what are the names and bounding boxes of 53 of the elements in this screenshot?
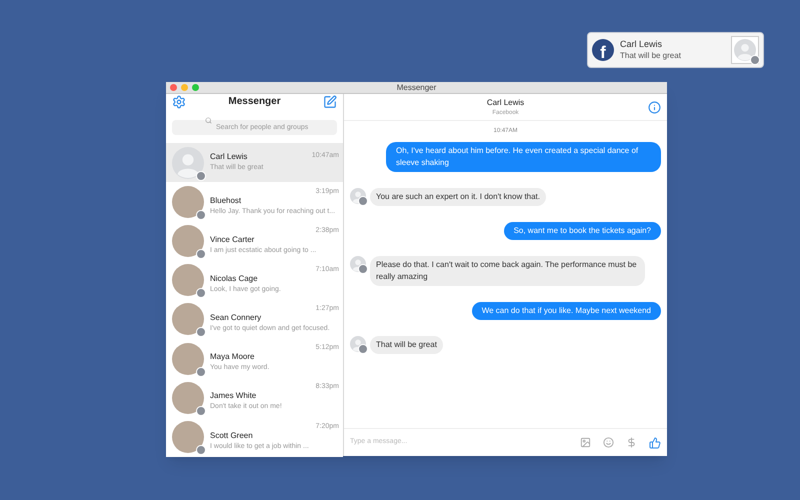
search-icon: [205, 117, 212, 124]
notification-title: Carl Lewis: [620, 39, 664, 51]
contact-name: Sean Connery: [210, 312, 262, 324]
contact-name: Scott Green: [210, 430, 253, 442]
sent-message: So, want me to book the tickets again?: [504, 222, 661, 240]
contact-name: Carl Lewis: [210, 151, 248, 164]
photo-placeholder: [172, 264, 204, 296]
received-message: That will be great: [370, 336, 443, 354]
sidebar-title: Messenger: [228, 95, 281, 109]
contact-name: James White: [210, 390, 256, 402]
facebook-badge-icon: [196, 210, 206, 220]
facebook-badge-icon: [196, 444, 206, 455]
avatar-silhouette-icon: [734, 39, 756, 61]
emoji-icon[interactable]: [603, 437, 614, 448]
contact-name: Nicolas Cage: [210, 272, 258, 285]
sent-message: We can do that if you like. Maybe next weekend: [472, 302, 661, 320]
settings-icon[interactable]: [172, 94, 186, 108]
app-logo: f: [592, 39, 614, 61]
sent-message: Oh, I've heard about him before. He even created a special dance of sleeve shaking: [386, 142, 661, 172]
zoom-button[interactable]: [192, 84, 199, 91]
facebook-badge-icon: [196, 288, 206, 298]
window-title: Messenger: [396, 82, 436, 94]
like-icon[interactable]: [649, 436, 661, 448]
facebook-badge-icon: [750, 55, 760, 65]
received-message: Please do that. I can't wait to come back again. The performance must be really amazing: [370, 256, 645, 286]
chat-contact-name: Carl Lewis: [486, 96, 524, 108]
avatar-silhouette-icon: [172, 146, 204, 179]
contact-name: Maya Moore: [210, 351, 254, 364]
facebook-badge-icon: [358, 196, 368, 206]
facebook-badge-icon: [196, 170, 206, 181]
facebook-badge-icon: [196, 248, 206, 259]
facebook-badge-icon: [358, 264, 368, 274]
image-icon[interactable]: [580, 437, 591, 448]
photo-placeholder: [172, 382, 204, 414]
notification-text: That will be great: [620, 50, 682, 61]
compose-icon[interactable]: [323, 94, 337, 108]
contact-name: Bluehost: [210, 194, 242, 207]
close-button[interactable]: [170, 84, 177, 91]
received-message: You are such an expert on it. I don't know that.: [370, 188, 546, 206]
photo-placeholder: [172, 420, 204, 453]
facebook-badge-icon: [196, 327, 206, 338]
photo-placeholder: [172, 224, 204, 257]
facebook-badge-icon: [358, 344, 368, 354]
notification-card[interactable]: f Carl Lewis That will be great: [587, 32, 764, 68]
photo-placeholder: [172, 303, 204, 336]
photo-placeholder: [172, 342, 204, 375]
dollar-icon[interactable]: [626, 437, 637, 448]
minimize-button[interactable]: [181, 84, 188, 91]
photo-placeholder: [172, 186, 204, 218]
facebook-badge-icon: [196, 366, 206, 377]
contact-name: Vince Carter: [210, 234, 254, 246]
info-icon[interactable]: [648, 100, 661, 114]
facebook-badge-icon: [196, 406, 206, 416]
